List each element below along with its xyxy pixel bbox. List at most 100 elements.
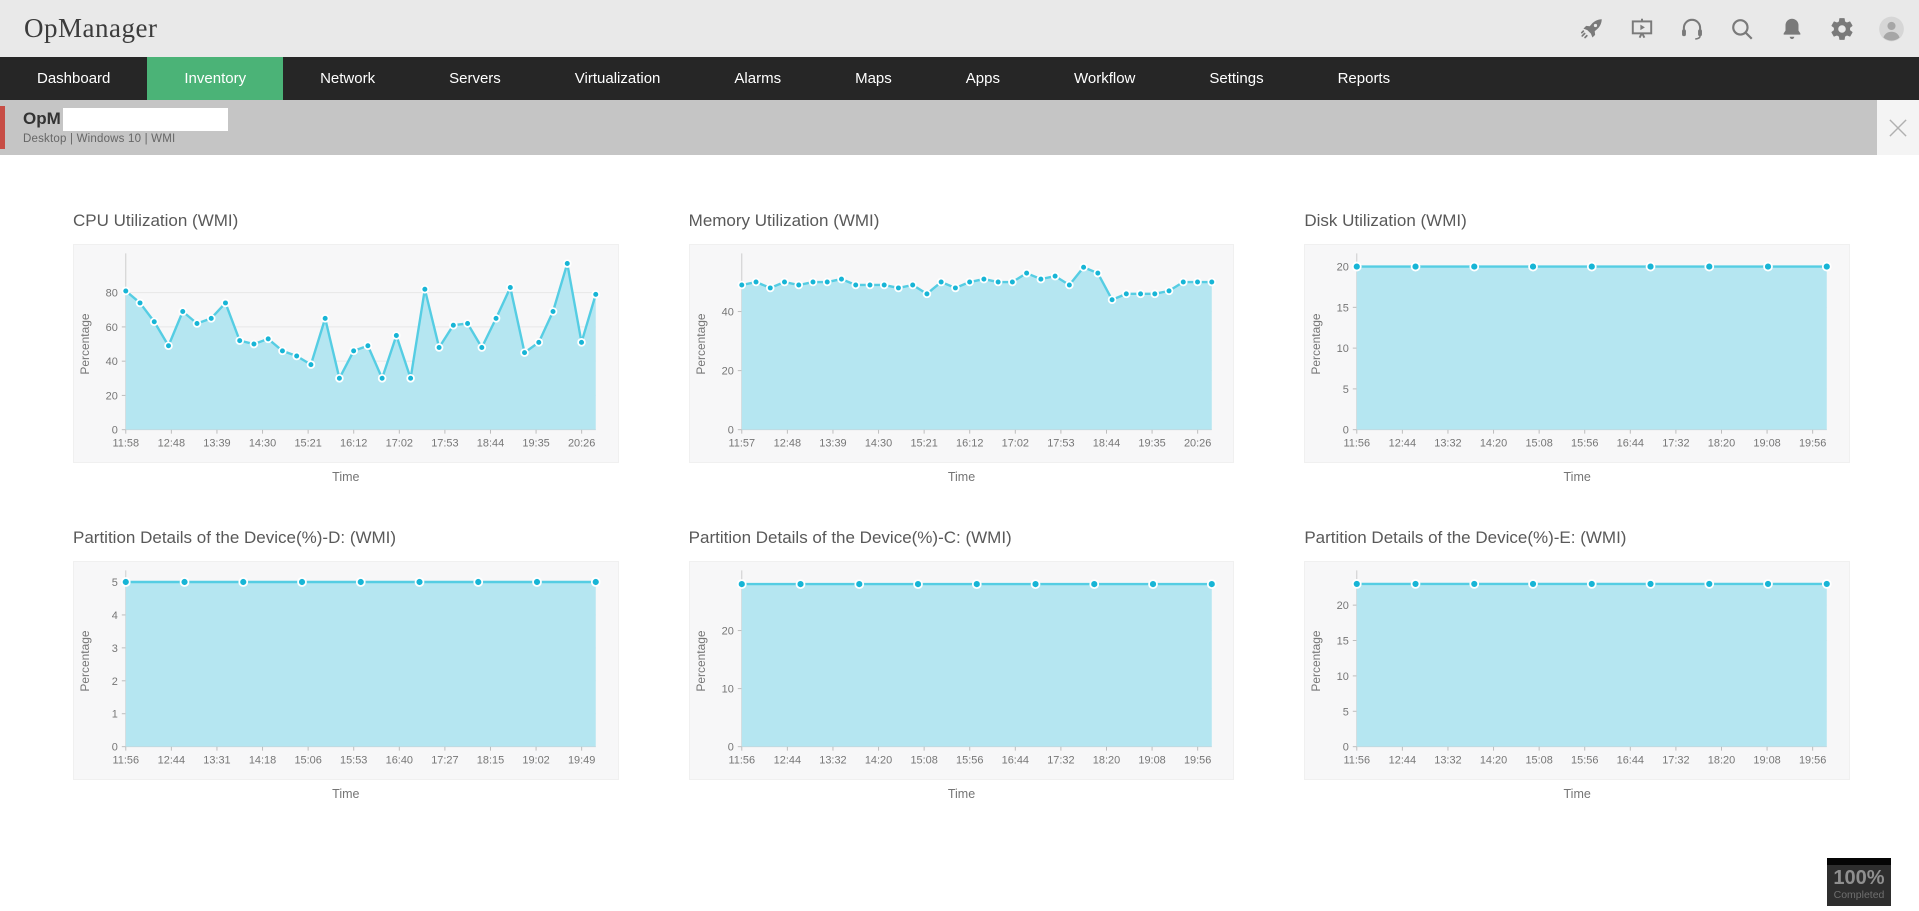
- svg-text:1: 1: [112, 709, 118, 721]
- svg-text:19:56: 19:56: [1184, 755, 1211, 767]
- svg-text:15:53: 15:53: [340, 755, 367, 767]
- svg-text:0: 0: [727, 742, 733, 754]
- chart-panel[interactable]: 0 20 40 11:57 12:48 13:39 14:30 15:21 16:12 17:02…: [688, 244, 1235, 463]
- svg-text:17:53: 17:53: [1047, 438, 1074, 450]
- svg-text:0: 0: [112, 425, 118, 437]
- chart-xaxis-label: Time: [1563, 787, 1591, 801]
- chart-title: Partition Details of the Device(%)-E: (W…: [1304, 528, 1627, 547]
- svg-text:14:30: 14:30: [865, 438, 892, 450]
- svg-text:17:32: 17:32: [1663, 755, 1690, 767]
- svg-text:12:48: 12:48: [158, 438, 185, 450]
- chart-title: CPU Utilization (WMI): [73, 211, 239, 230]
- svg-text:16:44: 16:44: [1001, 755, 1028, 767]
- headset-icon[interactable]: [1678, 15, 1705, 42]
- svg-text:18:20: 18:20: [1708, 438, 1735, 450]
- nav-tab-settings[interactable]: Settings: [1172, 57, 1300, 100]
- svg-text:0: 0: [1343, 425, 1349, 437]
- chart-xaxis-label: Time: [332, 470, 360, 484]
- svg-text:12:44: 12:44: [1389, 755, 1416, 767]
- device-name-redaction: [62, 107, 228, 131]
- notifications-bell-icon[interactable]: [1778, 15, 1805, 42]
- nav-tab-workflow[interactable]: Workflow: [1037, 57, 1172, 100]
- nav-tab-servers[interactable]: Servers: [412, 57, 538, 100]
- nav-tab-apps[interactable]: Apps: [929, 57, 1037, 100]
- svg-text:40: 40: [106, 356, 118, 368]
- chart-grid: CPU Utilization (WMI) 0 20 40 60 80 11:58 12:4…: [73, 211, 1850, 801]
- svg-text:19:35: 19:35: [522, 438, 549, 450]
- svg-text:5: 5: [1343, 384, 1349, 396]
- top-bar: OpManager: [0, 0, 1919, 57]
- rocket-icon[interactable]: [1578, 15, 1605, 42]
- chart-panel[interactable]: 0 5 10 15 20 11:56 12:44 13:32 14:20 15:08 15:56 16…: [1304, 561, 1850, 780]
- svg-text:19:35: 19:35: [1138, 438, 1165, 450]
- user-avatar[interactable]: [1878, 15, 1905, 42]
- svg-text:3: 3: [112, 643, 118, 655]
- chart-card-partition-d: Partition Details of the Device(%)-D: (W…: [73, 528, 619, 801]
- svg-text:Percentage: Percentage: [1309, 313, 1323, 374]
- svg-text:12:44: 12:44: [1389, 438, 1416, 450]
- svg-text:14:18: 14:18: [249, 755, 276, 767]
- progress-label: Completed: [1833, 889, 1885, 901]
- chart-xaxis-label: Time: [332, 787, 360, 801]
- svg-text:11:56: 11:56: [1344, 438, 1371, 450]
- svg-text:18:44: 18:44: [1092, 438, 1119, 450]
- nav-tab-network[interactable]: Network: [283, 57, 412, 100]
- chart-panel[interactable]: 0 1 2 3 4 5 11:56 12:44 13:31 14:18 15:06 15:53 16:4…: [73, 561, 619, 780]
- main-nav: Dashboard Inventory Network Servers Virtuali…: [0, 57, 1919, 100]
- svg-text:0: 0: [727, 425, 733, 437]
- svg-text:11:57: 11:57: [728, 438, 755, 450]
- svg-text:16:44: 16:44: [1617, 755, 1644, 767]
- svg-text:19:49: 19:49: [568, 755, 595, 767]
- app-logo[interactable]: OpManager: [24, 13, 157, 44]
- svg-text:15: 15: [1337, 635, 1349, 647]
- svg-text:13:39: 13:39: [819, 438, 846, 450]
- svg-text:11:56: 11:56: [1344, 755, 1371, 767]
- nav-tab-dashboard[interactable]: Dashboard: [0, 57, 147, 100]
- svg-text:14:20: 14:20: [865, 755, 892, 767]
- svg-text:15:08: 15:08: [1526, 438, 1553, 450]
- svg-text:15:06: 15:06: [294, 755, 321, 767]
- nav-tab-virtualization[interactable]: Virtualization: [538, 57, 698, 100]
- close-icon[interactable]: [1877, 100, 1919, 155]
- chart-card-partition-e: Partition Details of the Device(%)-E: (W…: [1304, 528, 1850, 801]
- chart-panel[interactable]: 0 10 20 11:56 12:44 13:32 14:20 15:08 15:56 16:44…: [688, 561, 1235, 780]
- svg-text:12:48: 12:48: [773, 438, 800, 450]
- chart-card-disk: Disk Utilization (WMI) 0 5 10 15 20 11:56 12:4…: [1304, 211, 1850, 484]
- chart-title: Partition Details of the Device(%)-C: (W…: [688, 528, 1012, 547]
- settings-gear-icon[interactable]: [1828, 15, 1855, 42]
- presentation-icon[interactable]: [1628, 15, 1655, 42]
- nav-tab-reports[interactable]: Reports: [1301, 57, 1428, 100]
- svg-text:15:56: 15:56: [956, 755, 983, 767]
- nav-tab-maps[interactable]: Maps: [818, 57, 929, 100]
- svg-text:40: 40: [721, 307, 733, 319]
- chart-panel[interactable]: 0 5 10 15 20 11:56 12:44 13:32 14:20 15:08 15:56 16…: [1304, 244, 1850, 463]
- svg-text:19:08: 19:08: [1138, 755, 1165, 767]
- charts-section: CPU Utilization (WMI) 0 20 40 60 80 11:58 12:4…: [0, 155, 1919, 801]
- chart-panel[interactable]: 0 20 40 60 80 11:58 12:48 13:39 14:30 15:21 16:12 1…: [73, 244, 619, 463]
- progress-percent: 100%: [1833, 867, 1885, 889]
- svg-text:Percentage: Percentage: [1309, 630, 1323, 691]
- chart-title: Memory Utilization (WMI): [688, 211, 880, 230]
- svg-text:0: 0: [1343, 742, 1349, 754]
- chart-svg: 0 10 20 11:56 12:44 13:32 14:20 15:08 15:56 16:44…: [694, 570, 1217, 767]
- svg-text:12:44: 12:44: [773, 755, 800, 767]
- svg-text:17:02: 17:02: [1001, 438, 1028, 450]
- nav-tab-alarms[interactable]: Alarms: [697, 57, 818, 100]
- chart-xaxis-label: Time: [947, 787, 976, 801]
- search-icon[interactable]: [1728, 15, 1755, 42]
- svg-text:18:15: 18:15: [477, 755, 504, 767]
- svg-text:10: 10: [721, 684, 733, 696]
- svg-text:20: 20: [106, 390, 118, 402]
- svg-text:16:12: 16:12: [340, 438, 367, 450]
- svg-text:10: 10: [1337, 343, 1349, 355]
- svg-text:13:32: 13:32: [1435, 755, 1462, 767]
- svg-text:19:02: 19:02: [522, 755, 549, 767]
- chart-title: Partition Details of the Device(%)-D: (W…: [73, 528, 397, 547]
- svg-text:17:27: 17:27: [431, 755, 458, 767]
- svg-text:15:56: 15:56: [1571, 438, 1598, 450]
- svg-text:16:44: 16:44: [1617, 438, 1644, 450]
- svg-text:19:56: 19:56: [1799, 755, 1826, 767]
- svg-text:12:44: 12:44: [158, 755, 185, 767]
- nav-tab-inventory[interactable]: Inventory: [147, 57, 284, 100]
- svg-text:Percentage: Percentage: [78, 313, 92, 374]
